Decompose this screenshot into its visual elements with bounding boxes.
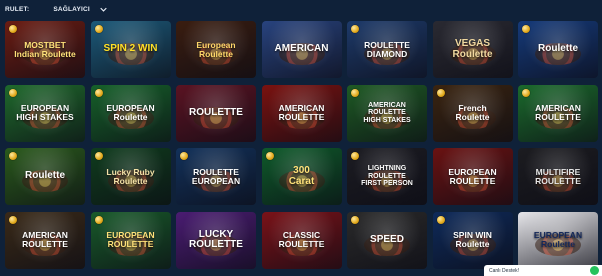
coin-badge-icon: [436, 88, 445, 97]
game-tile-spin-win[interactable]: SPIN 2 WIN: [90, 21, 171, 78]
game-title: AMERICAN: [274, 43, 329, 55]
game-title: SPEED: [370, 233, 404, 245]
chevron-down-icon: [100, 7, 107, 12]
coin-badge-icon: [94, 25, 103, 33]
game-title: 300 Carat: [288, 165, 315, 187]
game-tile-american-roulette-red[interactable]: AMERICAN ROULETTE: [261, 84, 342, 142]
game-tile-roulette-european[interactable]: ROULETTE EUROPEAN: [176, 148, 256, 205]
game-tile-american-roulette-green[interactable]: AMERICAN ROULETTE: [518, 84, 598, 142]
game-title: ROULETTE EUROPEAN: [191, 166, 241, 186]
game-tile-european-roulette-2[interactable]: EUROPEAN Roulette: [90, 84, 171, 142]
game-title: VEGAS Roulette: [452, 38, 493, 60]
game-title: AMERICAN ROULETTE HIGH STAKES: [363, 101, 411, 124]
game-title: LIGHTNING ROULETTE FIRST PERSON: [361, 165, 413, 188]
game-title: MOSTBET Indian Roulette: [14, 39, 76, 59]
coin-badge-icon: [9, 88, 17, 97]
coin-badge-icon: [265, 152, 274, 160]
coin-badge-icon: [436, 215, 445, 224]
coin-badge-icon: [180, 152, 188, 160]
game-grid: MOSTBET Indian Roulette SPIN 2 WIN Europea…: [5, 21, 598, 269]
category-label: RULET:: [5, 5, 30, 13]
game-title: EUROPEAN ROULETTE: [448, 166, 497, 186]
game-title: ROULETTE DIAMOND: [364, 39, 410, 59]
game-title: EUROPEAN ROULETTE: [106, 230, 155, 249]
coin-badge-icon: [9, 215, 17, 224]
provider-label: SAĞLAYICI: [53, 5, 90, 13]
game-title: EUROPEAN Roulette: [533, 230, 583, 249]
game-title: French Roulette: [455, 103, 490, 122]
game-title: CLASSIC ROULETTE: [278, 230, 325, 249]
game-tile-vegas-roulette[interactable]: VEGAS Roulette: [432, 21, 513, 78]
coin-badge-icon: [94, 152, 103, 160]
game-tile-multifire-roulette[interactable]: MULTIFIRE ROULETTE: [518, 148, 598, 205]
coin-badge-icon: [351, 25, 359, 33]
coin-badge-icon: [351, 152, 359, 160]
game-tile-live-roulette-dealer[interactable]: ROULETTE: [176, 84, 256, 142]
live-support-button[interactable]: Canlı Destek!: [484, 265, 602, 276]
game-tile-european-roulette-4[interactable]: EUROPEAN ROULETTE: [90, 211, 171, 269]
game-title: SPIN 2 WIN: [103, 43, 158, 55]
game-tile-lucky-ruby-european[interactable]: Lucky Ruby Roulette: [90, 148, 171, 205]
game-title: LUCKY ROULETTE: [189, 228, 243, 250]
game-title: SPIN WIN Roulette: [453, 230, 492, 249]
coin-badge-icon: [351, 88, 359, 97]
game-tile-european-roulette-1[interactable]: European Roulette: [176, 21, 256, 78]
game-title: Roulette: [538, 43, 578, 55]
coin-badge-icon: [522, 25, 530, 33]
coin-badge-icon: [94, 88, 103, 97]
game-tile-european-roulette-5[interactable]: EUROPEAN Roulette: [518, 211, 598, 269]
game-tile-american-roulette-4[interactable]: AMERICAN ROULETTE: [5, 211, 85, 269]
filter-bar: RULET: SAĞLAYICI: [0, 0, 602, 18]
game-tile-european-roulette-3[interactable]: EUROPEAN ROULETTE: [432, 148, 513, 205]
game-tile-roulette-blue[interactable]: Roulette: [518, 21, 598, 78]
live-support-label: Canlı Destek!: [489, 267, 520, 274]
game-tile-american-roulette-high-stakes[interactable]: AMERICAN ROULETTE HIGH STAKES: [347, 84, 427, 142]
coin-badge-icon: [9, 25, 17, 33]
game-tile-roulette-diamond[interactable]: ROULETTE DIAMOND: [347, 21, 427, 78]
game-tile-lightning-roulette[interactable]: LIGHTNING ROULETTE FIRST PERSON: [347, 148, 427, 205]
game-title: EUROPEAN HIGH STAKES: [16, 103, 74, 122]
game-title: Lucky Ruby Roulette: [106, 166, 155, 186]
provider-dropdown[interactable]: SAĞLAYICI: [53, 6, 107, 13]
coin-badge-icon: [351, 215, 359, 224]
coin-badge-icon: [522, 88, 530, 97]
game-title: AMERICAN ROULETTE: [278, 103, 325, 122]
game-title: Roulette: [25, 170, 65, 182]
game-tile-roulette-green[interactable]: Roulette: [5, 148, 85, 205]
game-tile-american-roulette-flag[interactable]: AMERICAN: [261, 21, 342, 78]
game-title: EUROPEAN Roulette: [106, 103, 155, 122]
game-title: AMERICAN ROULETTE: [535, 103, 581, 122]
game-title: European Roulette: [196, 39, 236, 59]
game-tile-300-carat-roulette[interactable]: 300 Carat: [261, 148, 342, 205]
game-tile-spin-win-roulette[interactable]: SPIN WIN Roulette: [432, 211, 513, 269]
game-tile-mostbet-indian-roulette[interactable]: MOSTBET Indian Roulette: [5, 21, 85, 78]
game-tile-european-high-stakes[interactable]: EUROPEAN HIGH STAKES: [5, 84, 85, 142]
game-title: AMERICAN ROULETTE: [22, 230, 68, 249]
coin-badge-icon: [9, 152, 17, 160]
game-tile-french-roulette[interactable]: French Roulette: [432, 84, 513, 142]
game-tile-classic-roulette[interactable]: CLASSIC ROULETTE: [261, 211, 342, 269]
chat-icon: [590, 266, 599, 275]
game-tile-speed-roulette[interactable]: SPEED: [347, 211, 427, 269]
game-title: MULTIFIRE ROULETTE: [535, 166, 581, 186]
game-title: ROULETTE: [189, 106, 243, 118]
coin-badge-icon: [94, 215, 103, 224]
game-tile-lucky-roulette[interactable]: LUCKY ROULETTE: [176, 211, 256, 269]
